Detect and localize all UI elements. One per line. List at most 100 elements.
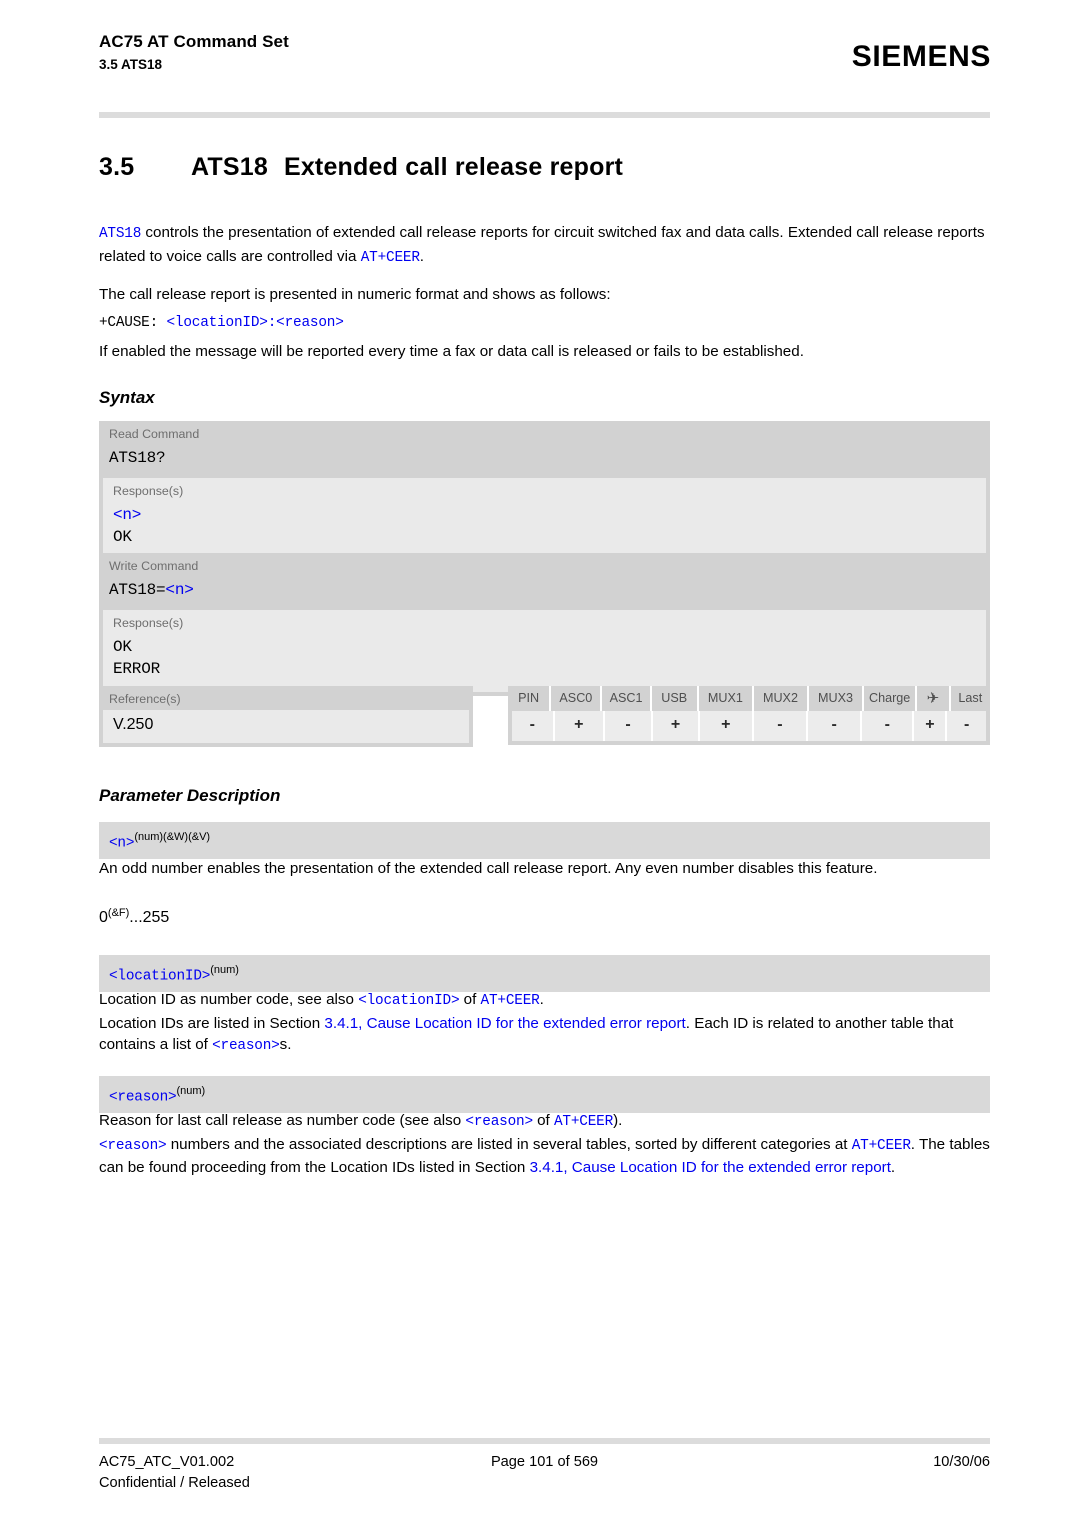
loc-line1-c: . — [539, 991, 544, 1008]
param-n-description: An odd number enables the presentation o… — [99, 860, 878, 877]
section-command: ATS18 — [191, 153, 268, 181]
document-page: AC75 AT Command Set 3.5 ATS18 SIEMENS 3.… — [0, 0, 1080, 1528]
atceer-inline-link: AT+CEER — [360, 249, 420, 266]
footer-classification: Confidential / Released — [99, 1475, 250, 1491]
write-response-label: Response(s) — [113, 616, 184, 630]
rsn-line2-link2[interactable]: 3.4.1, Cause Location ID for the extende… — [530, 1159, 891, 1176]
footer-row-2: Confidential / Released — [99, 1473, 990, 1494]
loc-line1-b: of — [459, 991, 481, 1008]
footer-date: 10/30/06 — [933, 1454, 990, 1470]
capability-header-row: PIN ASC0 ASC1 USB MUX1 MUX2 MUX3 Charge … — [508, 686, 990, 711]
loc-line2-link[interactable]: 3.4.1, Cause Location ID for the extende… — [324, 1015, 685, 1032]
reference-block: Reference(s) V.250 — [99, 686, 473, 747]
read-command-text: ATS18? — [109, 449, 166, 467]
rsn-line1-b: of — [532, 1112, 554, 1129]
loc-line1-link: AT+CEER — [480, 993, 540, 1009]
rsn-line2-a: numbers and the associated descriptions … — [166, 1135, 852, 1153]
write-command-value: ATS18=<n> — [99, 577, 990, 610]
param-n-range-end: ...255 — [129, 909, 170, 927]
param-reason-header: <reason>(num) — [99, 1076, 990, 1114]
footer-divider — [99, 1438, 990, 1444]
write-command-text: ATS18= — [109, 581, 166, 599]
footer-page-number: Page 101 of 569 — [490, 1454, 599, 1470]
parameter-description-heading: Parameter Description — [99, 786, 281, 805]
read-response-ok: OK — [113, 528, 132, 546]
read-command-value: ATS18? — [99, 445, 990, 478]
capability-col-usb: USB — [652, 686, 699, 711]
report-parameters: <locationID>:<reason> — [166, 315, 344, 331]
capability-col-pin: PIN — [508, 686, 552, 711]
page-title: 3.5 ATS18 Extended call release report — [99, 153, 623, 182]
capability-val-asc0: + — [555, 711, 605, 741]
param-n-header: <n>(num)(&W)(&V) — [99, 822, 990, 860]
rsn-line1-c: ). — [613, 1112, 623, 1129]
param-n-range-value: 0 — [99, 909, 108, 927]
capability-table: PIN ASC0 ASC1 USB MUX1 MUX2 MUX3 Charge … — [508, 686, 990, 745]
capability-val-usb: + — [653, 711, 700, 741]
intro-paragraph-3: If enabled the message will be reported … — [99, 343, 804, 360]
capability-col-asc0: ASC0 — [551, 686, 603, 711]
capability-col-mux2: MUX2 — [754, 686, 809, 711]
capability-val-airplane: + — [914, 711, 948, 741]
page-header: AC75 AT Command Set 3.5 ATS18 SIEMENS — [99, 30, 991, 75]
reference-label: Reference(s) — [109, 692, 181, 706]
write-response-block: Response(s) OK ERROR — [103, 610, 986, 692]
rsn-line1-a: Reason for last call release as number c… — [99, 1112, 466, 1129]
write-response-error: ERROR — [113, 660, 161, 678]
param-locationid-header: <locationID>(num) — [99, 955, 990, 993]
write-command-block: Write Command ATS18=<n> Response(s) OK E… — [99, 553, 990, 696]
footer-row-1: AC75_ATC_V01.002 Page 101 of 569 10/30/0… — [99, 1452, 990, 1473]
capability-val-mux3: - — [808, 711, 863, 741]
loc-line1-a: Location ID as number code, see also — [99, 991, 359, 1008]
read-response-block: Response(s) <n> OK — [103, 478, 986, 560]
capability-val-asc1: - — [605, 711, 654, 741]
intro-paragraph-1-text: controls the presentation of extended ca… — [99, 224, 985, 265]
airplane-glyph: ✈ — [926, 690, 940, 707]
section-number: 3.5 — [99, 153, 135, 181]
capability-col-asc1: ASC1 — [602, 686, 652, 711]
page-footer: AC75_ATC_V01.002 Page 101 of 569 10/30/0… — [99, 1452, 990, 1494]
rsn-line2-c: . — [890, 1159, 896, 1176]
param-reason-sup: (num) — [176, 1085, 206, 1097]
read-command-block: Read Command ATS18? Response(s) <n> OK — [99, 421, 990, 564]
rsn-line1-param: <reason> — [465, 1114, 533, 1130]
siemens-logo: SIEMENS — [851, 40, 991, 73]
capability-val-mux1: + — [700, 711, 754, 741]
write-response-value: OK ERROR — [103, 634, 986, 686]
param-n-range: 0(&F)...255 — [99, 903, 991, 929]
syntax-heading: Syntax — [99, 388, 155, 407]
intro-paragraph-2: The call release report is presented in … — [99, 286, 611, 303]
write-command-label: Write Command — [109, 559, 199, 573]
ats18-inline-command: ATS18 — [99, 226, 142, 242]
intro-paragraph-1: ATS18 controls the presentation of exten… — [99, 222, 991, 269]
intro-paragraph-1-end: . — [419, 247, 424, 265]
read-response-param: <n> — [113, 506, 142, 524]
capability-col-mux1: MUX1 — [699, 686, 754, 711]
loc-line2-a: Location IDs are listed in Section — [99, 1014, 325, 1032]
capability-val-mux2: - — [754, 711, 809, 741]
section-title-text: Extended call release report — [283, 153, 624, 181]
capability-col-charge: Charge — [864, 686, 918, 711]
read-response-label: Response(s) — [113, 484, 184, 498]
capability-values-row: - + - + + - - - + - — [512, 711, 986, 741]
param-reason-name: <reason> — [109, 1089, 177, 1106]
header-divider — [99, 112, 990, 118]
capability-val-last: - — [964, 716, 970, 733]
capability-col-mux3: MUX3 — [809, 686, 865, 711]
reference-value: V.250 — [103, 710, 469, 743]
param-reason-description: Reason for last call release as number c… — [99, 1110, 991, 1179]
read-command-label: Read Command — [109, 427, 200, 441]
write-response-ok: OK — [113, 638, 132, 656]
rsn-line2-param: <reason> — [99, 1137, 167, 1154]
param-n-sup: (num)(&W)(&V) — [134, 831, 211, 843]
loc-line2-param: <reason> — [212, 1038, 280, 1054]
capability-col-last: Last — [958, 691, 983, 705]
loc-line2-c: s. — [279, 1036, 292, 1053]
read-response-value: <n> OK — [103, 502, 986, 554]
param-n-name: <n> — [109, 835, 135, 852]
capability-val-pin: - — [512, 711, 555, 741]
loc-line1-param: <locationID> — [358, 993, 460, 1009]
param-locationid-sup: (num) — [210, 964, 239, 976]
report-format-line: +CAUSE: <locationID>:<reason> — [99, 311, 991, 335]
capability-val-charge: - — [862, 711, 915, 741]
